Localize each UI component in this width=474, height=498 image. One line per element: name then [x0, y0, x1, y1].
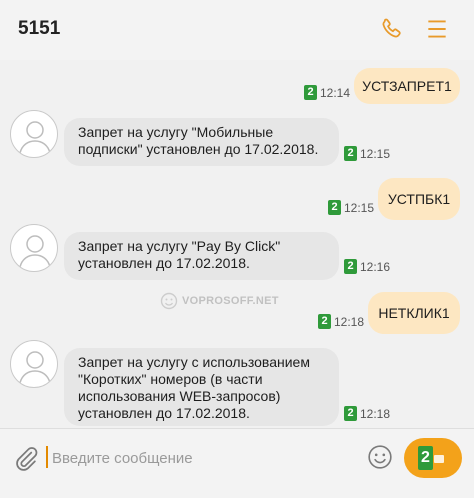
avatar[interactable] [10, 110, 58, 158]
avatar[interactable] [10, 340, 58, 388]
phone-icon[interactable] [378, 16, 404, 42]
message-meta: 2 12:14 [304, 85, 350, 100]
contact-name: 5151 [18, 18, 61, 39]
message-input[interactable] [50, 443, 354, 473]
sim-badge: 2 [418, 446, 433, 470]
outgoing-message[interactable]: НЕТКЛИК1 [368, 292, 460, 334]
smiley-logo-icon [160, 292, 178, 310]
message-meta: 2 12:18 [344, 406, 390, 421]
outgoing-message[interactable]: УСТПБК1 [378, 178, 460, 220]
message-time: 12:18 [334, 314, 365, 329]
app-header: 5151 [0, 0, 474, 60]
message-line: Запрет на услугу с использованием [78, 354, 310, 370]
message-meta: 2 12:15 [344, 146, 390, 161]
message-line: подписки" установлен до 17.02.2018. [78, 141, 319, 157]
message-time: 12:15 [344, 200, 375, 215]
outgoing-message[interactable]: УСТЗАПРЕТ1 [354, 68, 460, 104]
message-line: установлен до 17.02.2018. [78, 405, 250, 421]
text-cursor [46, 446, 48, 468]
send-icon [434, 455, 444, 463]
watermark-text: VOPROSOFF.NET [182, 295, 279, 307]
message-text: НЕТКЛИК1 [378, 304, 450, 321]
sim-badge: 2 [344, 259, 357, 274]
person-icon [19, 235, 51, 268]
incoming-message[interactable]: Запрет на услугу с использованием "Корот… [64, 348, 339, 426]
sim-badge: 2 [344, 146, 357, 161]
incoming-message[interactable]: Запрет на услугу "Pay By Click" установл… [64, 232, 339, 280]
message-line: установлен до 17.02.2018. [78, 255, 250, 271]
composer: 2 [0, 428, 474, 498]
message-line: Запрет на услугу "Мобильные [78, 124, 274, 140]
message-line: Запрет на услугу "Pay By Click" [78, 238, 281, 254]
message-list[interactable]: 2 12:14 УСТЗАПРЕТ1 Запрет на услугу "Моб… [0, 60, 474, 428]
sim-badge: 2 [304, 85, 317, 100]
message-time: 12:16 [360, 259, 391, 274]
sim-badge: 2 [318, 314, 331, 329]
message-text: УСТЗАПРЕТ1 [362, 77, 452, 94]
message-line: использования WEB-запросов) [78, 388, 281, 404]
person-icon [19, 121, 51, 154]
avatar[interactable] [10, 224, 58, 272]
attach-icon[interactable] [12, 445, 40, 473]
message-meta: 2 12:16 [344, 259, 390, 274]
watermark: VOPROSOFF.NET [160, 292, 279, 310]
send-button[interactable]: 2 [404, 438, 462, 478]
message-meta: 2 12:15 [328, 200, 374, 215]
menu-icon[interactable] [424, 16, 450, 42]
sim-badge: 2 [344, 406, 357, 421]
message-time: 12:14 [320, 85, 351, 100]
message-time: 12:15 [360, 146, 391, 161]
incoming-message[interactable]: Запрет на услугу "Мобильные подписки" ус… [64, 118, 339, 166]
message-meta: 2 12:18 [318, 314, 364, 329]
emoji-icon[interactable] [367, 444, 393, 470]
message-line: "Коротких" номеров (в части [78, 371, 263, 387]
message-text: УСТПБК1 [387, 190, 451, 207]
sim-badge: 2 [328, 200, 341, 215]
person-icon [19, 351, 51, 384]
message-time: 12:18 [360, 406, 391, 421]
